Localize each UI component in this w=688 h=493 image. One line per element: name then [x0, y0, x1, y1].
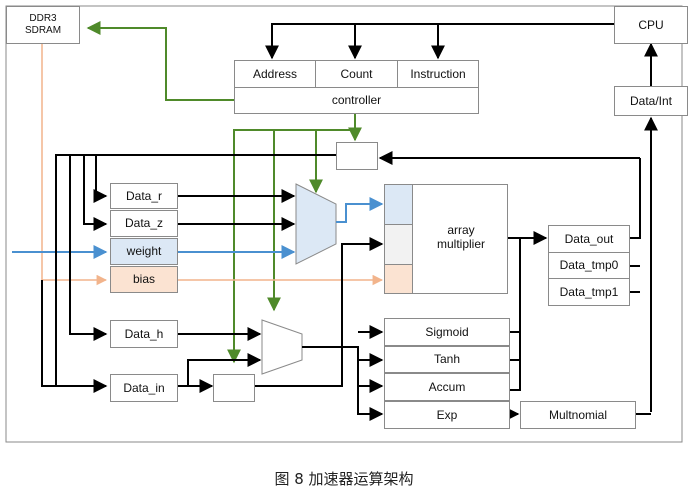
data-int-block: Data/Int	[614, 86, 688, 116]
exp-unit: Exp	[384, 401, 510, 429]
address-register: Address	[234, 60, 316, 88]
multnomial-unit: Multnomial	[520, 401, 636, 429]
tanh-unit: Tanh	[384, 346, 510, 373]
multiplier-input-data	[385, 225, 413, 265]
data-out-register: Data_out	[548, 225, 630, 253]
data-r-register: Data_r	[110, 183, 178, 209]
multiplier-input-weight	[385, 185, 413, 225]
count-register: Count	[315, 60, 398, 88]
accum-unit: Accum	[384, 373, 510, 401]
data-in-register: Data_in	[110, 374, 178, 402]
weight-register: weight	[110, 238, 178, 265]
controller-block: controller	[234, 87, 479, 114]
data-in-buffer	[213, 374, 255, 402]
data-h-mux	[261, 319, 303, 375]
weight-mux	[295, 183, 337, 265]
data-z-register: Data_z	[110, 210, 178, 237]
instruction-register: Instruction	[397, 60, 479, 88]
mux-to-multiplier-line	[336, 197, 384, 223]
sigmoid-unit: Sigmoid	[384, 318, 510, 346]
data-h-register: Data_h	[110, 320, 178, 348]
feedback-buffer	[336, 142, 378, 170]
array-multiplier-block: array multiplier	[384, 184, 508, 294]
ddr3-sdram-block: DDR3 SDRAM	[6, 6, 80, 44]
multiplier-input-bias	[385, 265, 413, 293]
array-multiplier-label: array multiplier	[436, 223, 485, 252]
bias-register: bias	[110, 266, 178, 293]
data-tmp0-register: Data_tmp0	[548, 252, 630, 279]
data-tmp1-register: Data_tmp1	[548, 278, 630, 306]
figure-caption: 图 8 加速器运算架构	[274, 470, 414, 488]
cpu-block: CPU	[614, 6, 688, 44]
